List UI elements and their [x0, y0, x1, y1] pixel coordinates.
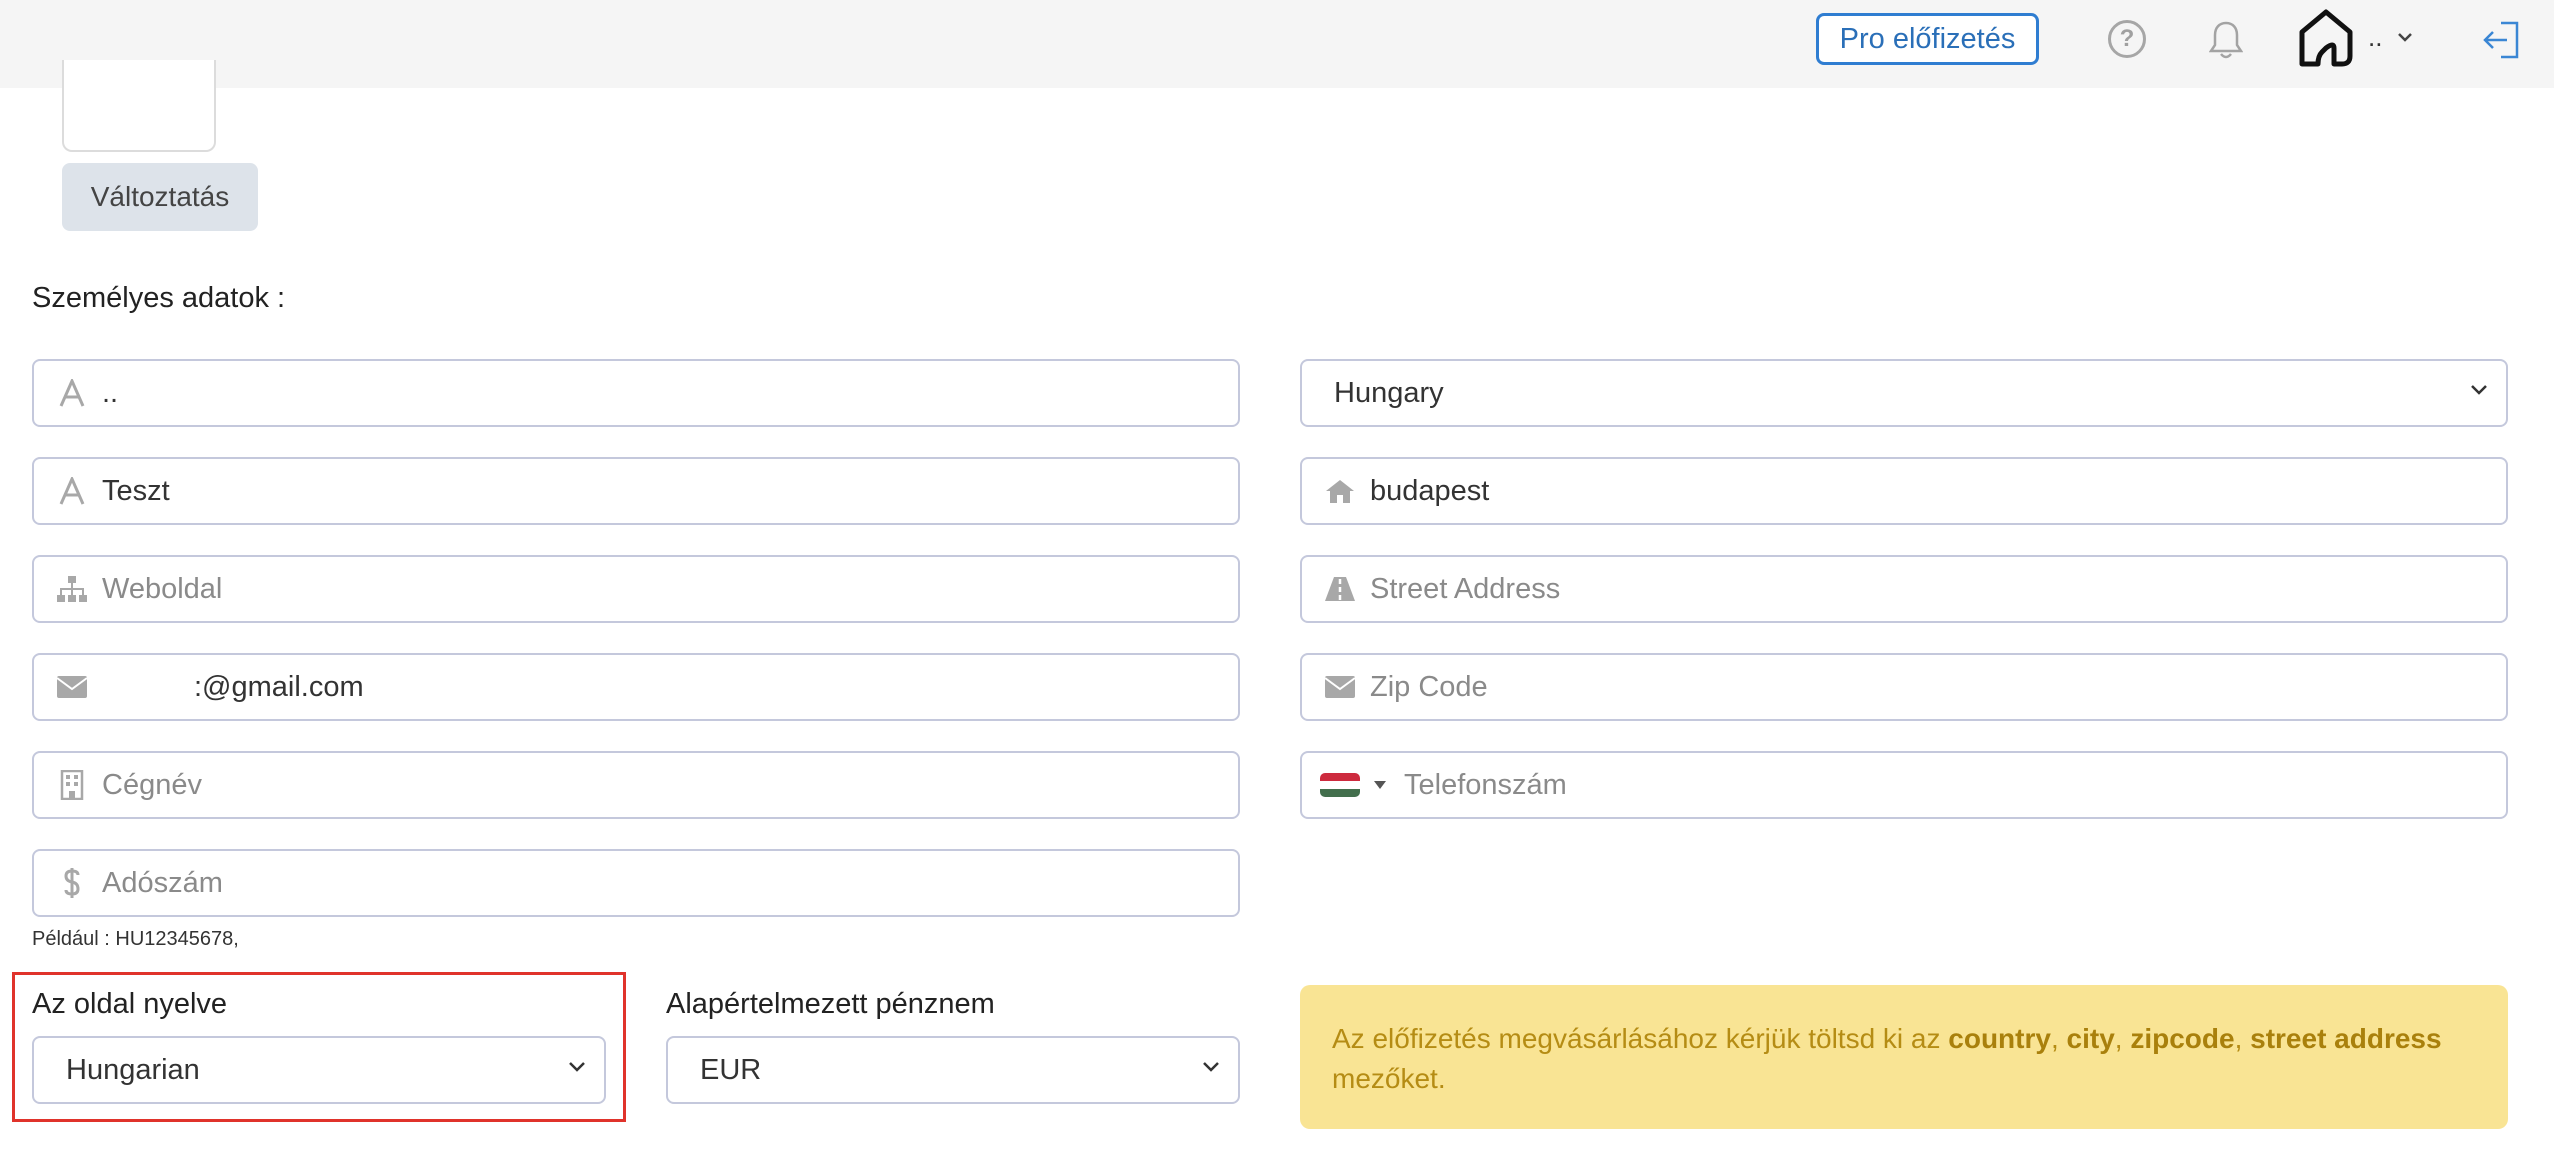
language-label: Az oldal nyelve [32, 988, 228, 1020]
country-value: Hungary [1334, 376, 1444, 409]
language-select[interactable]: Hungarian [32, 1036, 606, 1104]
home-logo-icon[interactable] [2294, 6, 2358, 70]
alert-sep: , [2234, 1023, 2251, 1054]
alert-country: country [1948, 1023, 2051, 1054]
first-name-value: .. [102, 376, 119, 409]
zip-code-placeholder: Zip Code [1370, 670, 1488, 703]
language-value: Hungarian [66, 1053, 200, 1086]
envelope-icon [1324, 671, 1356, 703]
help-glyph: ? [2119, 25, 2135, 52]
personal-data-title: Személyes adatok : [32, 282, 286, 314]
website-field[interactable]: Weboldal [32, 555, 1240, 623]
chevron-down-icon [568, 1060, 590, 1082]
sitemap-icon [56, 573, 88, 605]
bell-icon[interactable] [2206, 18, 2246, 62]
phone-placeholder: Telefonszám [1404, 768, 1567, 801]
last-name-value: Teszt [102, 474, 170, 507]
currency-select[interactable]: EUR [666, 1036, 1240, 1104]
email-field[interactable]: :@gmail.com [32, 653, 1240, 721]
alert-suffix: mezőket. [1332, 1063, 1446, 1094]
hungary-flag-icon[interactable] [1320, 773, 1360, 797]
chevron-down-icon [2470, 383, 2492, 405]
help-icon[interactable]: ? [2108, 20, 2146, 58]
street-address-field[interactable]: Street Address [1300, 555, 2508, 623]
home-icon [1324, 475, 1356, 507]
alert-zipcode: zipcode [2130, 1023, 2235, 1054]
tax-number-placeholder: Adószám [102, 866, 223, 899]
tax-number-hint: Például : HU12345678, [32, 928, 239, 950]
building-icon [56, 769, 88, 801]
alert-prefix: Az előfizetés megvásárlásához kérjük töl… [1332, 1023, 1949, 1054]
last-name-field[interactable]: Teszt [32, 457, 1240, 525]
country-select[interactable]: Hungary [1300, 359, 2508, 427]
company-field[interactable]: Cégnév [32, 751, 1240, 819]
alert-sep: , [2050, 1023, 2067, 1054]
pro-subscription-button[interactable]: Pro előfizetés [1816, 13, 2039, 65]
top-bar: Pro előfizetés ? .. [0, 0, 2554, 88]
subscription-alert: Az előfizetés megvásárlásához kérjük töl… [1300, 985, 2508, 1129]
chevron-down-icon[interactable] [2394, 26, 2416, 48]
city-value: budapest [1370, 474, 1490, 507]
caret-down-icon[interactable] [1374, 781, 1386, 789]
alert-street: street address [2250, 1023, 2442, 1054]
phone-field[interactable]: Telefonszám [1300, 751, 2508, 819]
alert-city: city [2066, 1023, 2115, 1054]
email-value: :@gmail.com [194, 670, 364, 703]
change-avatar-button[interactable]: Változtatás [62, 163, 258, 231]
alert-sep: , [2114, 1023, 2131, 1054]
company-placeholder: Cégnév [102, 768, 202, 801]
zip-code-field[interactable]: Zip Code [1300, 653, 2508, 721]
avatar-preview [62, 60, 216, 152]
city-field[interactable]: budapest [1300, 457, 2508, 525]
font-icon [56, 475, 88, 507]
first-name-field[interactable]: .. [32, 359, 1240, 427]
website-placeholder: Weboldal [102, 572, 223, 605]
currency-label: Alapértelmezett pénznem [666, 988, 995, 1020]
tax-number-field[interactable]: Adószám [32, 849, 1240, 917]
dollar-icon [56, 867, 88, 899]
logout-icon[interactable] [2480, 20, 2522, 60]
currency-value: EUR [700, 1053, 762, 1086]
street-address-placeholder: Street Address [1370, 572, 1561, 605]
road-icon [1324, 573, 1356, 605]
chevron-down-icon [1202, 1060, 1224, 1082]
envelope-icon [56, 671, 88, 703]
font-icon [56, 377, 88, 409]
user-name[interactable]: .. [2368, 22, 2382, 53]
